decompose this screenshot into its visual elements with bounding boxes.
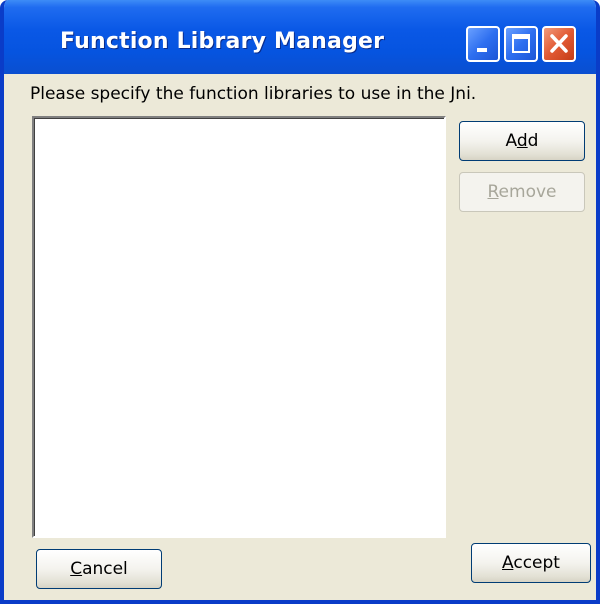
add-label-post: d [527,131,539,151]
remove-label-mnemonic: R [487,182,499,202]
remove-label-post: emove [498,182,557,202]
window-title: Function Library Manager [60,29,385,54]
dialog-window: Function Library Manager Please specify … [0,0,600,604]
accept-button[interactable]: Accept [471,543,591,583]
minimize-button[interactable] [466,26,500,62]
accept-label-mnemonic: A [502,553,514,573]
maximize-button[interactable] [504,26,538,62]
cancel-label-post: ancel [82,559,128,579]
add-button[interactable]: Add [459,121,585,161]
title-bar[interactable]: Function Library Manager [4,0,596,74]
close-button[interactable] [542,26,576,62]
minimize-icon [477,48,487,52]
maximize-icon [512,34,530,53]
remove-button[interactable]: Remove [459,172,585,212]
accept-label-post: ccept [513,553,560,573]
add-label-mnemonic: d [516,131,528,151]
close-icon [550,34,568,53]
instruction-label: Please specify the function libraries to… [30,84,477,104]
add-label-pre: A [505,131,517,151]
cancel-button[interactable]: Cancel [36,549,162,589]
cancel-label-mnemonic: C [70,559,83,579]
function-library-list[interactable] [32,116,446,538]
